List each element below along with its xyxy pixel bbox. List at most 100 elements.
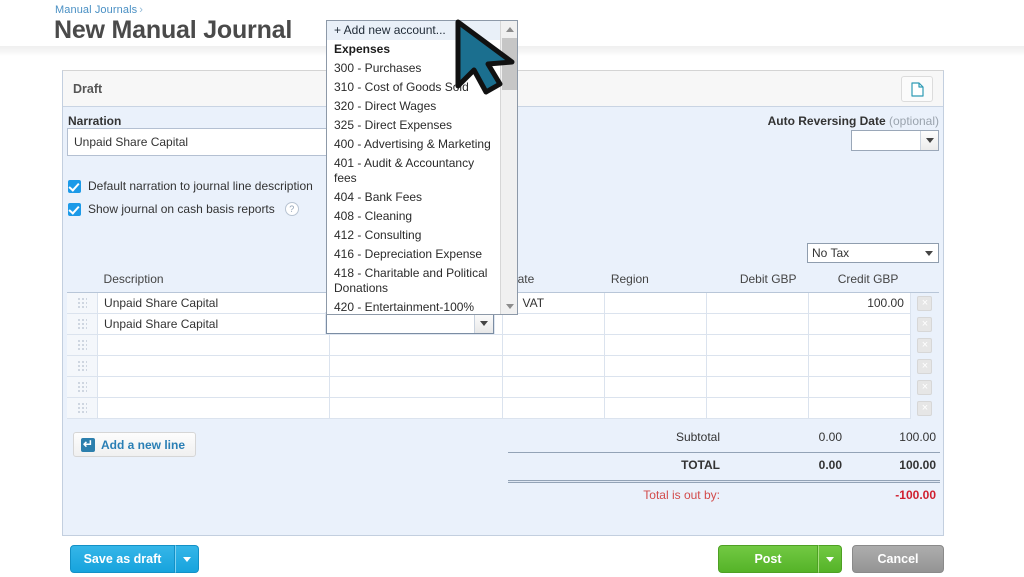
auto-reversing-date-field[interactable] bbox=[851, 130, 939, 151]
cell-account[interactable] bbox=[329, 334, 504, 356]
cell-rate[interactable]: VAT bbox=[502, 292, 606, 314]
add-new-line-button[interactable]: Add a new line bbox=[73, 432, 197, 457]
cell-region[interactable] bbox=[604, 313, 708, 335]
dropdown-item-account[interactable]: 401 - Audit & Accountancy fees bbox=[327, 154, 501, 188]
cell-debit[interactable] bbox=[706, 397, 810, 419]
cell-description[interactable] bbox=[97, 397, 331, 419]
account-dropdown-button[interactable] bbox=[474, 314, 493, 333]
dropdown-item-account[interactable]: 404 - Bank Fees bbox=[327, 188, 501, 207]
delete-row-icon[interactable]: × bbox=[917, 380, 933, 395]
dropdown-item-account[interactable]: 320 - Direct Wages bbox=[327, 97, 501, 116]
checkbox-checked-icon[interactable] bbox=[68, 179, 81, 193]
calendar-dropdown-button[interactable] bbox=[920, 131, 938, 150]
dropdown-item-account[interactable]: 420 - Entertainment-100% business bbox=[327, 298, 501, 314]
auto-reversing-date-label: Auto Reversing Date (optional) bbox=[768, 114, 939, 128]
dropdown-item-account[interactable]: 412 - Consulting bbox=[327, 226, 501, 245]
cell-delete[interactable]: × bbox=[910, 376, 939, 398]
chevron-down-icon bbox=[505, 303, 514, 309]
cell-rate[interactable] bbox=[502, 355, 606, 377]
cell-delete[interactable]: × bbox=[910, 292, 939, 314]
delete-row-icon[interactable]: × bbox=[917, 338, 933, 353]
cell-debit[interactable] bbox=[706, 334, 810, 356]
cell-credit[interactable] bbox=[808, 313, 911, 335]
cell-description[interactable]: Unpaid Share Capital bbox=[97, 313, 331, 335]
cell-rate[interactable] bbox=[502, 397, 606, 419]
dropdown-item-account[interactable]: 418 - Charitable and Political Donations bbox=[327, 264, 501, 298]
row-drag-handle[interactable] bbox=[67, 376, 99, 398]
table-row[interactable]: × bbox=[67, 376, 939, 398]
help-icon[interactable]: ? bbox=[284, 202, 299, 216]
cell-debit[interactable] bbox=[706, 376, 810, 398]
cell-debit[interactable] bbox=[706, 292, 810, 314]
save-as-draft-button[interactable]: Save as draft bbox=[70, 545, 175, 573]
cell-debit[interactable] bbox=[706, 313, 810, 335]
dropdown-item-account[interactable]: 400 - Advertising & Marketing bbox=[327, 135, 501, 154]
row-drag-handle[interactable] bbox=[67, 313, 99, 335]
row-drag-handle[interactable] bbox=[67, 355, 99, 377]
cancel-button[interactable]: Cancel bbox=[852, 545, 944, 573]
auto-reversing-date-input[interactable] bbox=[852, 131, 920, 150]
cell-description[interactable] bbox=[97, 376, 331, 398]
table-row[interactable]: Unpaid Share Capital × bbox=[67, 313, 939, 335]
option-default-narration[interactable]: Default narration to journal line descri… bbox=[68, 179, 313, 193]
amounts-are-dropdown-button[interactable] bbox=[920, 244, 938, 262]
cell-region[interactable] bbox=[604, 355, 708, 377]
dropdown-item-account[interactable]: 325 - Direct Expenses bbox=[327, 116, 501, 135]
row-drag-handle[interactable] bbox=[67, 397, 99, 419]
table-row[interactable]: × bbox=[67, 334, 939, 356]
dropdown-item-account[interactable]: 408 - Cleaning bbox=[327, 207, 501, 226]
col-rate: Rate bbox=[502, 272, 605, 293]
cell-region[interactable] bbox=[604, 334, 708, 356]
cell-delete[interactable]: × bbox=[910, 313, 939, 335]
cell-account[interactable] bbox=[329, 355, 504, 377]
totals-section: Subtotal 0.00 100.00 TOTAL 0.00 100.00 T… bbox=[500, 425, 940, 507]
cell-rate[interactable] bbox=[502, 376, 606, 398]
cell-delete[interactable]: × bbox=[910, 397, 939, 419]
document-icon-button[interactable] bbox=[901, 76, 933, 102]
table-row[interactable]: × bbox=[67, 355, 939, 377]
cell-description[interactable] bbox=[97, 355, 331, 377]
cell-debit[interactable] bbox=[706, 355, 810, 377]
save-as-draft-dropdown-button[interactable] bbox=[175, 545, 199, 573]
subtotal-label: Subtotal bbox=[675, 430, 720, 444]
subtotal-debit: 0.00 bbox=[818, 430, 842, 444]
cell-region[interactable] bbox=[604, 376, 708, 398]
account-select-row-2-value[interactable] bbox=[327, 314, 474, 333]
cell-delete[interactable]: × bbox=[910, 334, 939, 356]
cell-credit[interactable] bbox=[808, 397, 911, 419]
cell-description[interactable] bbox=[97, 334, 331, 356]
cell-credit[interactable]: 100.00 bbox=[808, 292, 911, 314]
cell-credit[interactable] bbox=[808, 334, 911, 356]
scroll-down-button[interactable] bbox=[501, 298, 517, 314]
cell-delete[interactable]: × bbox=[910, 355, 939, 377]
row-drag-handle[interactable] bbox=[67, 334, 99, 356]
delete-row-icon[interactable]: × bbox=[917, 359, 933, 374]
cell-credit[interactable] bbox=[808, 355, 911, 377]
row-drag-handle[interactable] bbox=[67, 292, 99, 314]
cell-region[interactable] bbox=[604, 292, 708, 314]
delete-row-icon[interactable]: × bbox=[917, 296, 933, 312]
dropdown-item-account[interactable]: 416 - Depreciation Expense bbox=[327, 245, 501, 264]
account-select-row-2[interactable] bbox=[326, 313, 494, 334]
cell-region[interactable] bbox=[604, 397, 708, 419]
cell-account[interactable] bbox=[329, 376, 504, 398]
table-row[interactable]: × bbox=[67, 397, 939, 419]
post-dropdown-button[interactable] bbox=[818, 545, 842, 573]
breadcrumb-link-manual-journals[interactable]: Manual Journals bbox=[55, 4, 137, 16]
amounts-are-select[interactable]: No Tax bbox=[807, 243, 939, 263]
delete-row-icon[interactable]: × bbox=[917, 401, 933, 416]
post-button[interactable]: Post bbox=[718, 545, 818, 573]
cell-rate[interactable] bbox=[502, 313, 606, 335]
option-default-narration-label: Default narration to journal line descri… bbox=[88, 179, 313, 193]
subtotal-credit: 100.00 bbox=[899, 430, 936, 444]
subtotal-row: Subtotal 0.00 100.00 bbox=[500, 425, 940, 449]
checkbox-checked-icon[interactable] bbox=[68, 202, 81, 216]
delete-row-icon[interactable]: × bbox=[917, 317, 933, 332]
col-description: Description bbox=[97, 272, 330, 293]
cell-rate[interactable] bbox=[502, 334, 606, 356]
cell-description[interactable]: Unpaid Share Capital bbox=[97, 292, 331, 314]
cell-account[interactable] bbox=[329, 397, 504, 419]
cell-credit[interactable] bbox=[808, 376, 911, 398]
option-cash-basis[interactable]: Show journal on cash basis reports ? bbox=[68, 202, 299, 216]
journal-page: Manual Journals › New Manual Journal Draf… bbox=[0, 0, 1024, 577]
